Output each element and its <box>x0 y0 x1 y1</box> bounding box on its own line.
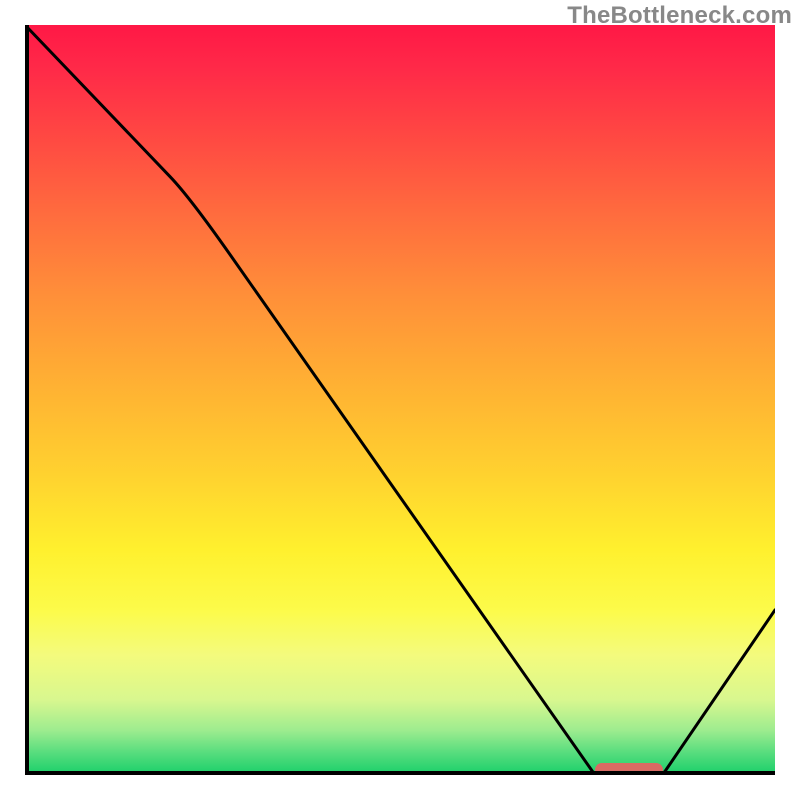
chart-container: TheBottleneck.com <box>0 0 800 800</box>
y-axis <box>25 25 29 775</box>
curve-svg <box>25 25 775 775</box>
watermark-text: TheBottleneck.com <box>567 2 792 30</box>
bottleneck-curve <box>25 25 775 775</box>
x-axis <box>25 771 775 775</box>
plot-area <box>25 25 775 775</box>
